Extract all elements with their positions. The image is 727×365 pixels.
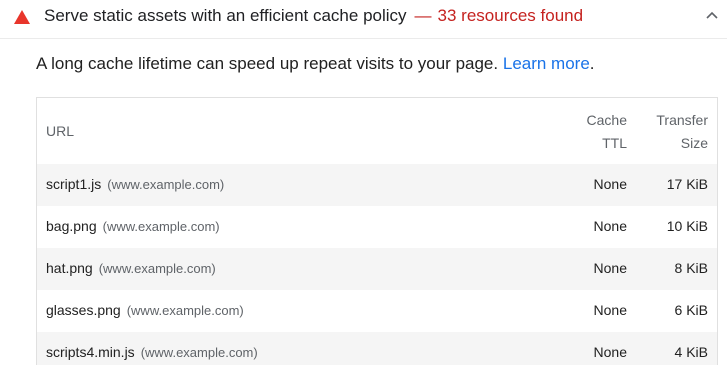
resource-filename: glasses.png: [46, 302, 121, 318]
resource-host: (www.example.com): [126, 303, 244, 318]
column-header-cache-ttl-line1: Cache: [586, 112, 627, 128]
audit-header[interactable]: Serve static assets with an efficient ca…: [0, 0, 727, 39]
resources-table: URL Cache TTL Transfer Size script1.js (w…: [36, 97, 718, 365]
resource-transfer-size: 8 KiB: [674, 260, 708, 276]
column-header-cache-ttl: Cache TTL: [567, 109, 627, 155]
table-row: glasses.png (www.example.com) None 6 KiB: [37, 290, 717, 332]
resource-url[interactable]: bag.png (www.example.com): [46, 218, 220, 234]
table-header: URL Cache TTL Transfer Size: [37, 98, 717, 164]
resource-host: (www.example.com): [98, 261, 216, 276]
audit-title-dash: —: [414, 6, 432, 25]
resource-filename: hat.png: [46, 260, 93, 276]
resource-host: (www.example.com): [107, 177, 225, 192]
resource-filename: bag.png: [46, 218, 97, 234]
resource-transfer-size: 4 KiB: [674, 344, 708, 360]
resource-transfer-size: 6 KiB: [674, 302, 708, 318]
resource-cache-ttl: None: [593, 176, 627, 192]
resource-filename: scripts4.min.js: [46, 344, 135, 360]
resource-url[interactable]: script1.js (www.example.com): [46, 176, 224, 192]
resource-cache-ttl: None: [593, 218, 627, 234]
column-header-url: URL: [46, 123, 75, 139]
resource-cache-ttl: None: [593, 302, 627, 318]
description-period: .: [589, 54, 595, 73]
resource-cache-ttl: None: [593, 344, 627, 360]
learn-more-link[interactable]: Learn more: [503, 54, 590, 73]
resource-transfer-size: 17 KiB: [666, 176, 708, 192]
resource-cache-ttl: None: [593, 260, 627, 276]
resource-url[interactable]: hat.png (www.example.com): [46, 260, 216, 276]
chevron-up-icon[interactable]: [705, 8, 719, 22]
column-header-transfer-size: Transfer Size: [638, 109, 708, 155]
audit-title: Serve static assets with an efficient ca…: [44, 6, 583, 26]
table-row: script1.js (www.example.com) None 17 KiB: [37, 164, 717, 206]
table-row: bag.png (www.example.com) None 10 KiB: [37, 206, 717, 248]
audit-description: A long cache lifetime can speed up repea…: [36, 53, 595, 75]
resource-url[interactable]: scripts4.min.js (www.example.com): [46, 344, 258, 360]
column-header-size-line2: Size: [680, 135, 708, 151]
audit-title-text: Serve static assets with an efficient ca…: [44, 6, 407, 25]
resource-host: (www.example.com): [140, 345, 258, 360]
resource-host: (www.example.com): [102, 219, 220, 234]
table-row: scripts4.min.js (www.example.com) None 4 …: [37, 332, 717, 365]
resource-filename: script1.js: [46, 176, 102, 192]
table-row: hat.png (www.example.com) None 8 KiB: [37, 248, 717, 290]
description-text: A long cache lifetime can speed up repea…: [36, 54, 499, 73]
resources-found-count: 33 resources found: [437, 6, 584, 25]
resource-url[interactable]: glasses.png (www.example.com): [46, 302, 244, 318]
warning-triangle-icon: [14, 10, 30, 24]
resource-transfer-size: 10 KiB: [666, 218, 708, 234]
column-header-size-line1: Transfer: [656, 112, 708, 128]
column-header-cache-ttl-line2: TTL: [602, 135, 627, 151]
